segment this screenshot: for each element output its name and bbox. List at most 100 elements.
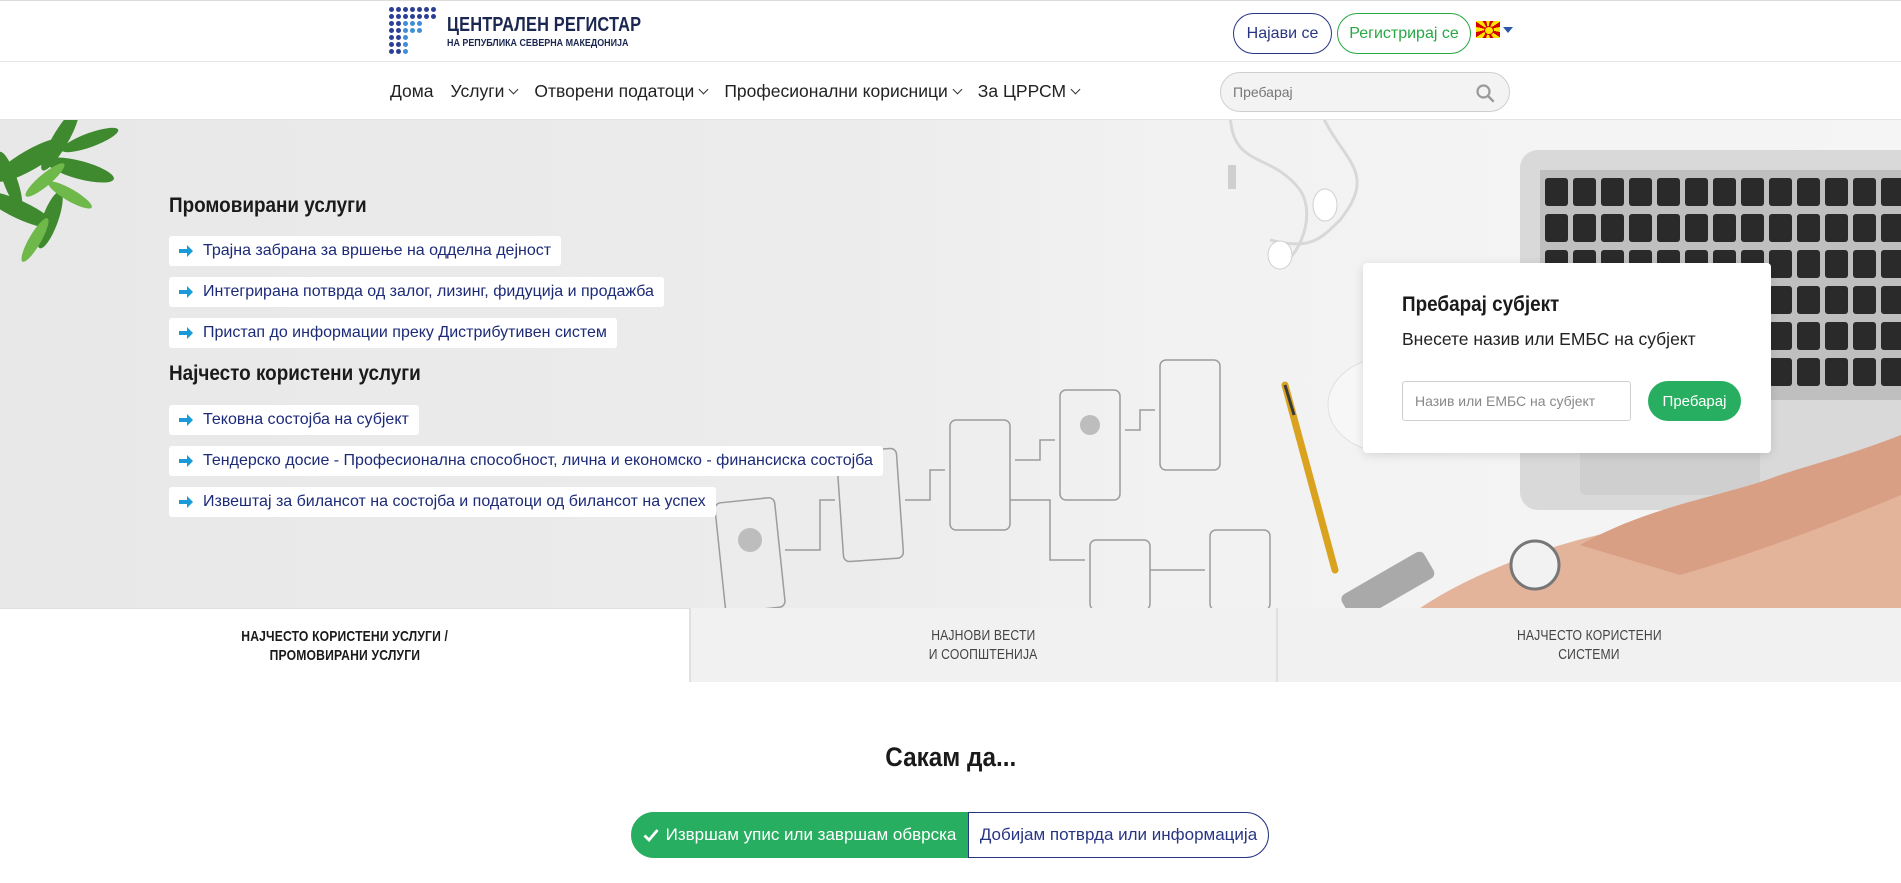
logo-dot (410, 7, 415, 12)
chevron-down-icon (508, 84, 519, 95)
tab-label: НАЈНОВИ ВЕСТИ И СООПШТЕНИЈА (923, 626, 1044, 664)
laptop-key (1573, 214, 1596, 242)
promoted-services-title: Промовирани услуги (169, 194, 367, 217)
laptop-key (1853, 250, 1876, 278)
logo-dot (417, 28, 422, 33)
tab-label-line1: НАЈЧЕСТО КОРИСТЕНИ (1517, 627, 1662, 644)
laptop-key (1713, 214, 1736, 242)
arrow-right-icon (179, 327, 193, 339)
laptop-key (1881, 358, 1901, 386)
tab-label-line2: ПРОМОВИРАНИ УСЛУГИ (269, 646, 420, 664)
arrow-right-icon (179, 245, 193, 257)
login-button[interactable]: Најави се (1233, 13, 1332, 54)
laptop-key (1853, 214, 1876, 242)
laptop-key (1769, 358, 1792, 386)
arrow-right-icon (179, 496, 193, 508)
link-label: Трајна забрана за вршење на одделна дејн… (203, 242, 552, 259)
laptop-key (1769, 178, 1792, 206)
logo-dot (410, 14, 415, 19)
tab-latest-news[interactable]: НАЈНОВИ ВЕСТИ И СООПШТЕНИЈА (689, 608, 1276, 682)
laptop-key (1573, 178, 1596, 206)
laptop-key (1797, 250, 1820, 278)
laptop-key (1769, 322, 1792, 350)
nav-item-professional-users[interactable]: Професионални корисници (724, 81, 963, 102)
nav-item-label: Отворени податоци (534, 81, 695, 101)
nav-item-home[interactable]: Дома (390, 81, 434, 102)
chevron-down-icon (952, 84, 963, 95)
logo-dot (403, 21, 408, 26)
logo-dot (431, 7, 436, 12)
get-certificate-option[interactable]: Добијам потврда или информација (968, 812, 1269, 858)
logo-dot (396, 7, 401, 12)
tab-most-used-systems[interactable]: НАЈЧЕСТО КОРИСТЕНИ СИСТЕМИ (1276, 608, 1901, 682)
hero-banner: Промовирани услуги Трајна забрана за врш… (0, 120, 1901, 608)
link-label: Пристап до информации преку Дистрибутиве… (203, 324, 607, 341)
logo-dot (396, 21, 401, 26)
site-search (1220, 72, 1510, 112)
content-tabs: НАЈЧЕСТО КОРИСТЕНИ УСЛУГИ / ПРОМОВИРАНИ У… (0, 608, 1901, 682)
nav-item-label: Професионални корисници (724, 81, 948, 101)
wireframe-sketch-decoration (714, 359, 1271, 608)
tab-label-line1: НАЈНОВИ ВЕСТИ (931, 627, 1036, 644)
most-used-service-link[interactable]: Тековна состојба на субјект (169, 405, 419, 435)
laptop-key (1797, 286, 1820, 314)
logo-dot (417, 14, 422, 19)
laptop-key (1713, 178, 1736, 206)
logo-dot (424, 7, 429, 12)
most-used-services-title: Најчесто користени услуги (169, 362, 421, 385)
tab-most-used-promoted[interactable]: НАЈЧЕСТО КОРИСТЕНИ УСЛУГИ / ПРОМОВИРАНИ У… (0, 608, 689, 682)
logo-title: ЦЕНТРАЛЕН РЕГИСТАР (447, 14, 642, 36)
logo-dot (403, 35, 408, 40)
nav-item-label: Услуги (450, 81, 505, 101)
laptop-key (1769, 214, 1792, 242)
logo-dot (403, 7, 408, 12)
search-icon[interactable] (1475, 83, 1495, 103)
nav-item-services[interactable]: Услуги (450, 81, 519, 102)
laptop-key (1797, 322, 1820, 350)
nav-item-label: За ЦРРСМ (977, 81, 1067, 101)
laptop-key (1545, 178, 1568, 206)
laptop-key (1881, 178, 1901, 206)
logo-dots-icon (389, 7, 439, 57)
i-want-to-title: Сакам да... (0, 742, 1901, 773)
entity-search-input[interactable] (1402, 381, 1631, 421)
language-selector[interactable] (1476, 21, 1513, 38)
logo-dot (403, 42, 408, 47)
promoted-service-link[interactable]: Трајна забрана за вршење на одделна дејн… (169, 236, 562, 266)
laptop-key (1797, 214, 1820, 242)
laptop-key (1853, 286, 1876, 314)
entity-search-title: Пребарај субјект (1402, 293, 1560, 316)
promoted-service-link[interactable]: Пристап до информации преку Дистрибутиве… (169, 318, 617, 348)
site-logo[interactable]: ЦЕНТРАЛЕН РЕГИСТАР НА РЕПУБЛИКА СЕВЕРНА … (389, 7, 684, 57)
entity-search-button[interactable]: Пребарај (1648, 381, 1741, 421)
logo-dot (431, 14, 436, 19)
most-used-service-link[interactable]: Тендерско досие - Професионална способно… (169, 446, 883, 476)
option-label: Извршам упис или завршам обврска (665, 825, 957, 844)
logo-dot (389, 21, 394, 26)
promoted-service-link[interactable]: Интегрирана потврда од залог, лизинг, фи… (169, 277, 664, 307)
nav-item-about[interactable]: За ЦРРСМ (977, 81, 1081, 102)
register-obligation-option[interactable]: Извршам упис или завршам обврска (631, 812, 968, 858)
laptop-key (1881, 250, 1901, 278)
logo-dot (396, 42, 401, 47)
logo-dot (389, 28, 394, 33)
nav-item-open-data[interactable]: Отворени податоци (534, 81, 709, 102)
logo-dot (410, 28, 415, 33)
laptop-key (1881, 214, 1901, 242)
logo-subtitle: НА РЕПУБЛИКА СЕВЕРНА МАКЕДОНИЈА (447, 37, 629, 49)
main-nav: Дома Услуги Отворени податоци Професиона… (0, 62, 1901, 120)
logo-dot (389, 42, 394, 47)
logo-dot (417, 7, 422, 12)
laptop-key (1881, 322, 1901, 350)
register-button[interactable]: Регистрирај се (1337, 13, 1471, 54)
macedonia-flag-icon (1476, 21, 1500, 38)
laptop-key (1741, 214, 1764, 242)
most-used-service-link[interactable]: Извештај за билансот на состојба и подат… (169, 487, 716, 517)
site-search-input[interactable] (1233, 81, 1463, 103)
i-want-to-title-text: Сакам да... (885, 742, 1016, 772)
laptop-key (1629, 214, 1652, 242)
logo-dot (389, 7, 394, 12)
logo-dot (396, 28, 401, 33)
entity-search-card: Пребарај субјект Внесете назив или ЕМБС … (1363, 263, 1771, 453)
tab-label-line2: И СООПШТЕНИЈА (929, 646, 1038, 663)
